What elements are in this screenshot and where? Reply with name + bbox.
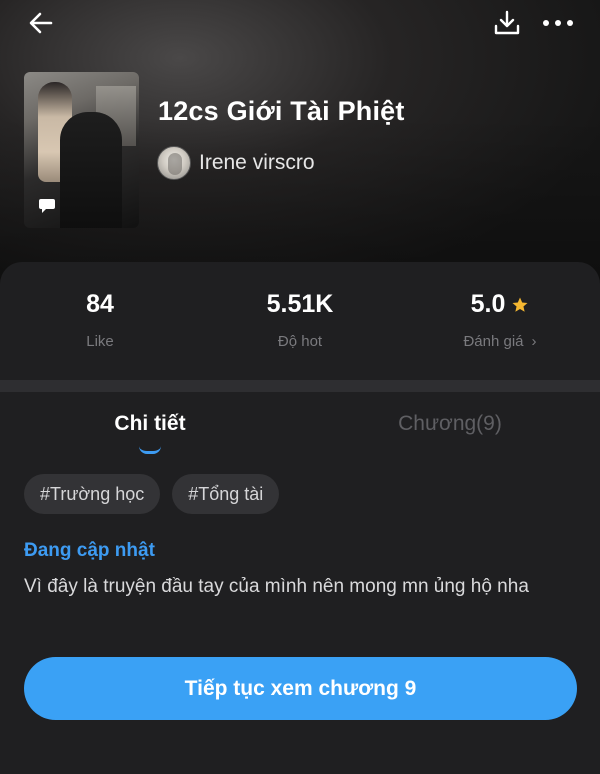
hot-count: 5.51K <box>266 290 334 318</box>
rating-value-row: 5.0 <box>471 290 530 319</box>
likes-count: 84 <box>86 290 114 318</box>
author-name[interactable]: Irene virscro <box>199 151 315 175</box>
stat-rating[interactable]: 5.0 Đánh giá › <box>400 290 600 351</box>
tag-list: #Trường học #Tổng tài <box>24 474 280 514</box>
stat-likes: 84 Like <box>0 290 200 351</box>
stats-row: 84 Like 5.51K Độ hot 5.0 Đánh giá › <box>0 262 600 380</box>
continue-reading-button[interactable]: Tiếp tục xem chương 9 <box>24 657 577 720</box>
section-divider <box>0 380 600 392</box>
story-title: 12cs Giới Tài Phiệt <box>158 96 405 126</box>
tab-details[interactable]: Chi tiết <box>0 412 300 436</box>
likes-label: Like <box>86 333 114 350</box>
rating-label: Đánh giá <box>463 333 524 350</box>
download-icon <box>494 10 520 35</box>
hot-label: Độ hot <box>277 333 323 350</box>
top-bar <box>0 0 600 50</box>
rating-value: 5.0 <box>470 290 506 318</box>
chat-bubble-icon <box>39 199 55 213</box>
more-horizontal-icon <box>543 20 573 26</box>
story-cover-image[interactable] <box>24 72 139 228</box>
tab-chapters[interactable]: Chương(9) <box>300 412 600 436</box>
story-description: Vì đây là truyện đầu tay của mình nên mo… <box>24 576 529 597</box>
active-tab-indicator <box>139 446 161 454</box>
tag-chip[interactable]: #Trường học <box>24 474 161 514</box>
star-icon <box>512 297 528 312</box>
author-avatar[interactable] <box>157 146 191 180</box>
rating-label-row: Đánh giá › <box>463 333 536 350</box>
tag-chip[interactable]: #Tổng tài <box>172 474 280 514</box>
tab-bar: Chi tiết Chương(9) <box>0 392 600 462</box>
update-status: Đang cập nhật <box>24 540 155 561</box>
download-button[interactable] <box>492 8 522 38</box>
back-button[interactable] <box>26 8 56 38</box>
arrow-left-icon <box>29 12 53 34</box>
cover-figure-man <box>60 112 122 228</box>
details-panel: 84 Like 5.51K Độ hot 5.0 Đánh giá › Chi … <box>0 262 600 774</box>
author-row[interactable]: Irene virscro <box>157 146 315 180</box>
more-options-button[interactable] <box>540 10 576 36</box>
chevron-right-icon: › <box>531 333 537 350</box>
stat-hot: 5.51K Độ hot <box>200 290 400 351</box>
